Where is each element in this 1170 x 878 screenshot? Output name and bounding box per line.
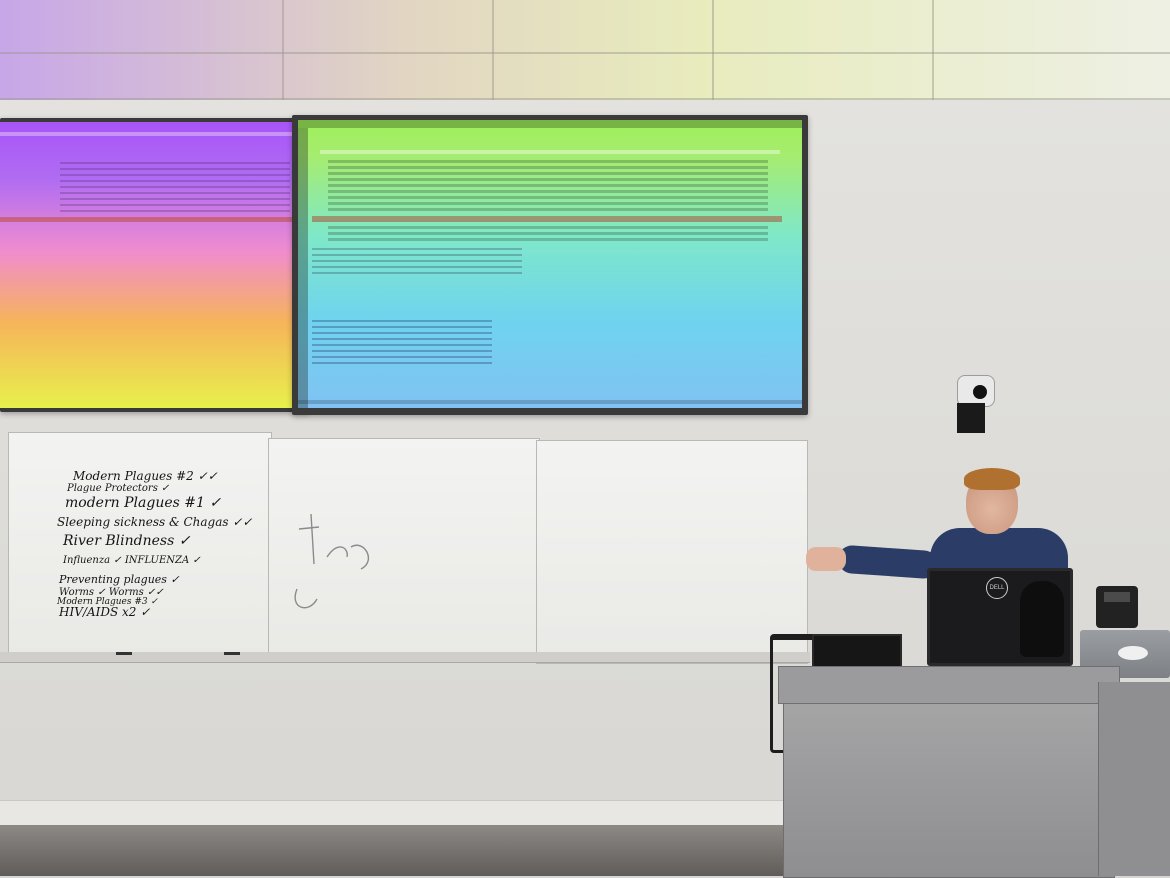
packet-row — [328, 178, 768, 181]
note-line: modern Plagues #1 ✓ — [65, 495, 222, 511]
whiteboard-left: Modern Plagues #2 ✓✓ Plague Protectors ✓… — [8, 432, 272, 656]
camera-lens-icon — [973, 385, 987, 399]
packet-row — [328, 232, 768, 235]
note-line: Modern Plagues #2 ✓✓ — [73, 469, 218, 483]
marker-tray — [0, 652, 810, 663]
note-line: HIV/AIDS x2 ✓ — [59, 605, 151, 619]
packet-row — [328, 202, 768, 205]
note-line: Plague Protectors ✓ — [67, 483, 170, 494]
packet-row — [328, 172, 768, 175]
dell-logo: DELL — [986, 577, 1008, 599]
presenter-hair — [964, 468, 1020, 490]
ceiling-grid-line — [492, 0, 494, 100]
note-line: Influenza ✓ INFLUENZA ✓ — [63, 555, 201, 566]
marker — [224, 652, 240, 655]
packet-row — [328, 208, 768, 211]
hex-dump-row — [312, 332, 492, 334]
whiteboard-middle — [268, 438, 540, 660]
os-top-bar — [298, 120, 802, 128]
hex-dump-row — [312, 350, 492, 352]
hex-dump-row — [312, 362, 492, 364]
laptop-sticker — [1118, 646, 1148, 660]
packet-row — [328, 196, 768, 199]
lectern-monitor: DELL — [927, 568, 1073, 666]
desk-phone — [1096, 586, 1138, 628]
ceiling-grid-line — [712, 0, 714, 100]
camera-mount — [957, 403, 985, 433]
ceiling-camera — [953, 373, 995, 435]
packet-row — [328, 238, 768, 241]
filter-bar — [320, 150, 780, 154]
faint-drawing — [294, 513, 369, 609]
ceiling — [0, 0, 1170, 100]
packet-row — [328, 160, 768, 163]
status-bar — [298, 400, 802, 404]
hex-dump-row — [312, 326, 492, 328]
presenter-hand — [806, 547, 846, 571]
screen-toolbar — [0, 132, 306, 136]
packet-row — [328, 226, 768, 229]
ceiling-grid-line — [932, 0, 934, 100]
headset — [1020, 581, 1064, 657]
packet-row — [328, 184, 768, 187]
whiteboard-right — [536, 440, 808, 664]
marker — [116, 652, 132, 655]
packet-list — [60, 162, 290, 212]
phone-display — [1104, 592, 1130, 602]
side-desk — [1098, 682, 1170, 876]
selected-packet-row — [312, 216, 782, 222]
packet-row — [328, 166, 768, 169]
hex-dump-row — [312, 356, 492, 358]
ceiling-grid-line — [282, 0, 284, 100]
note-line: Sleeping sickness & Chagas ✓✓ — [57, 515, 253, 529]
left-display-content — [0, 122, 306, 408]
packet-details — [312, 248, 522, 278]
selected-row — [0, 217, 296, 222]
hex-dump-row — [312, 338, 492, 340]
hex-dump-row — [312, 344, 492, 346]
left-display — [0, 118, 310, 412]
right-display — [292, 115, 808, 415]
note-line: River Blindness ✓ — [63, 533, 191, 549]
right-display-content — [298, 120, 802, 408]
dock-bar — [298, 128, 308, 408]
lectern-top — [778, 666, 1120, 704]
ceiling-grid-line — [0, 52, 1170, 54]
note-line: Preventing plagues ✓ — [59, 573, 180, 586]
packet-row — [328, 190, 768, 193]
hex-dump-row — [312, 320, 492, 322]
faint-drawing-strokes — [294, 513, 369, 609]
